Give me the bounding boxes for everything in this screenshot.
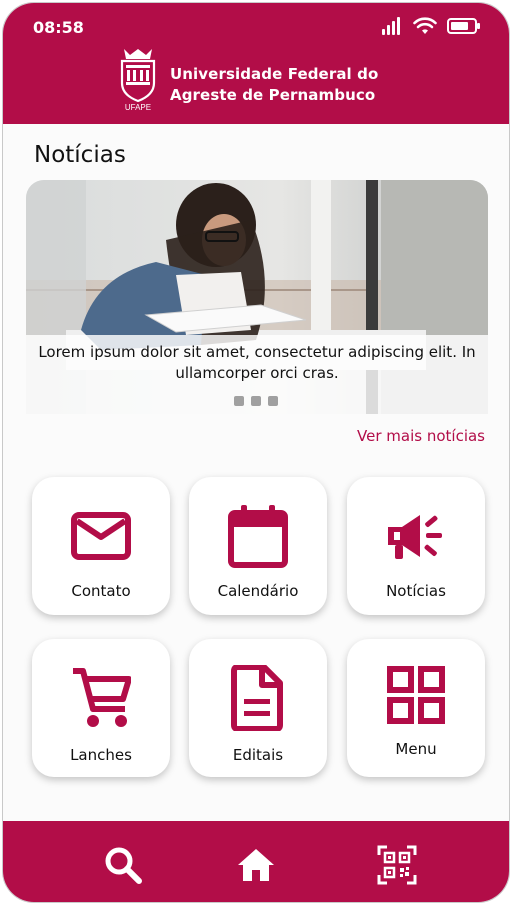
carousel-dot[interactable] (251, 396, 261, 406)
tile-lanches[interactable]: Lanches (32, 639, 170, 777)
news-carousel[interactable]: Lorem ipsum dolor sit amet, consectetur … (26, 180, 488, 414)
carousel-dot[interactable] (234, 396, 244, 406)
mail-icon (71, 512, 131, 560)
document-icon (231, 665, 283, 731)
search-icon[interactable] (103, 845, 143, 885)
tile-calendario[interactable]: Calendário (189, 477, 327, 615)
battery-icon (447, 18, 480, 34)
more-news-link[interactable]: Ver mais notícias (357, 427, 485, 445)
tile-contato[interactable]: Contato (32, 477, 170, 615)
calendar-icon (228, 505, 288, 568)
news-section-title: Notícias (34, 142, 126, 168)
carousel-dots (234, 396, 278, 406)
university-name-line2: Agreste de Pernambuco (170, 86, 376, 104)
news-caption: Lorem ipsum dolor sit amet, consectetur … (38, 343, 476, 382)
bottom-nav (3, 821, 509, 902)
tile-label: Calendário (217, 582, 299, 600)
tile-noticias[interactable]: Notícias (347, 477, 485, 615)
tile-label: Contato (71, 582, 131, 600)
university-name-line1: Universidade Federal do (170, 65, 379, 83)
signal-icon (382, 17, 400, 35)
tile-label: Editais (232, 746, 284, 764)
ufape-logo: UFAPE (120, 49, 156, 111)
megaphone-icon (388, 515, 442, 559)
status-time: 08:58 (33, 18, 84, 37)
carousel-dot[interactable] (268, 396, 278, 406)
app-header: 08:58 UFAPE Universidade Federal do Agre… (3, 3, 509, 124)
tile-label: Notícias (386, 582, 446, 600)
qr-code-icon[interactable] (377, 845, 417, 885)
status-icons (381, 17, 481, 35)
phone-frame: 08:58 UFAPE Universidade Federal do Agre… (2, 2, 510, 903)
grid-icon (387, 666, 445, 724)
tile-label: Menu (395, 740, 437, 758)
tile-menu[interactable]: Menu (347, 639, 485, 777)
tile-editais[interactable]: Editais (189, 639, 327, 777)
cart-icon (73, 668, 131, 727)
wifi-icon (413, 17, 437, 34)
tile-label: Lanches (70, 746, 132, 764)
home-icon[interactable] (236, 845, 276, 885)
svg-text:UFAPE: UFAPE (125, 103, 151, 111)
university-name: Universidade Federal do Agreste de Perna… (170, 64, 378, 106)
